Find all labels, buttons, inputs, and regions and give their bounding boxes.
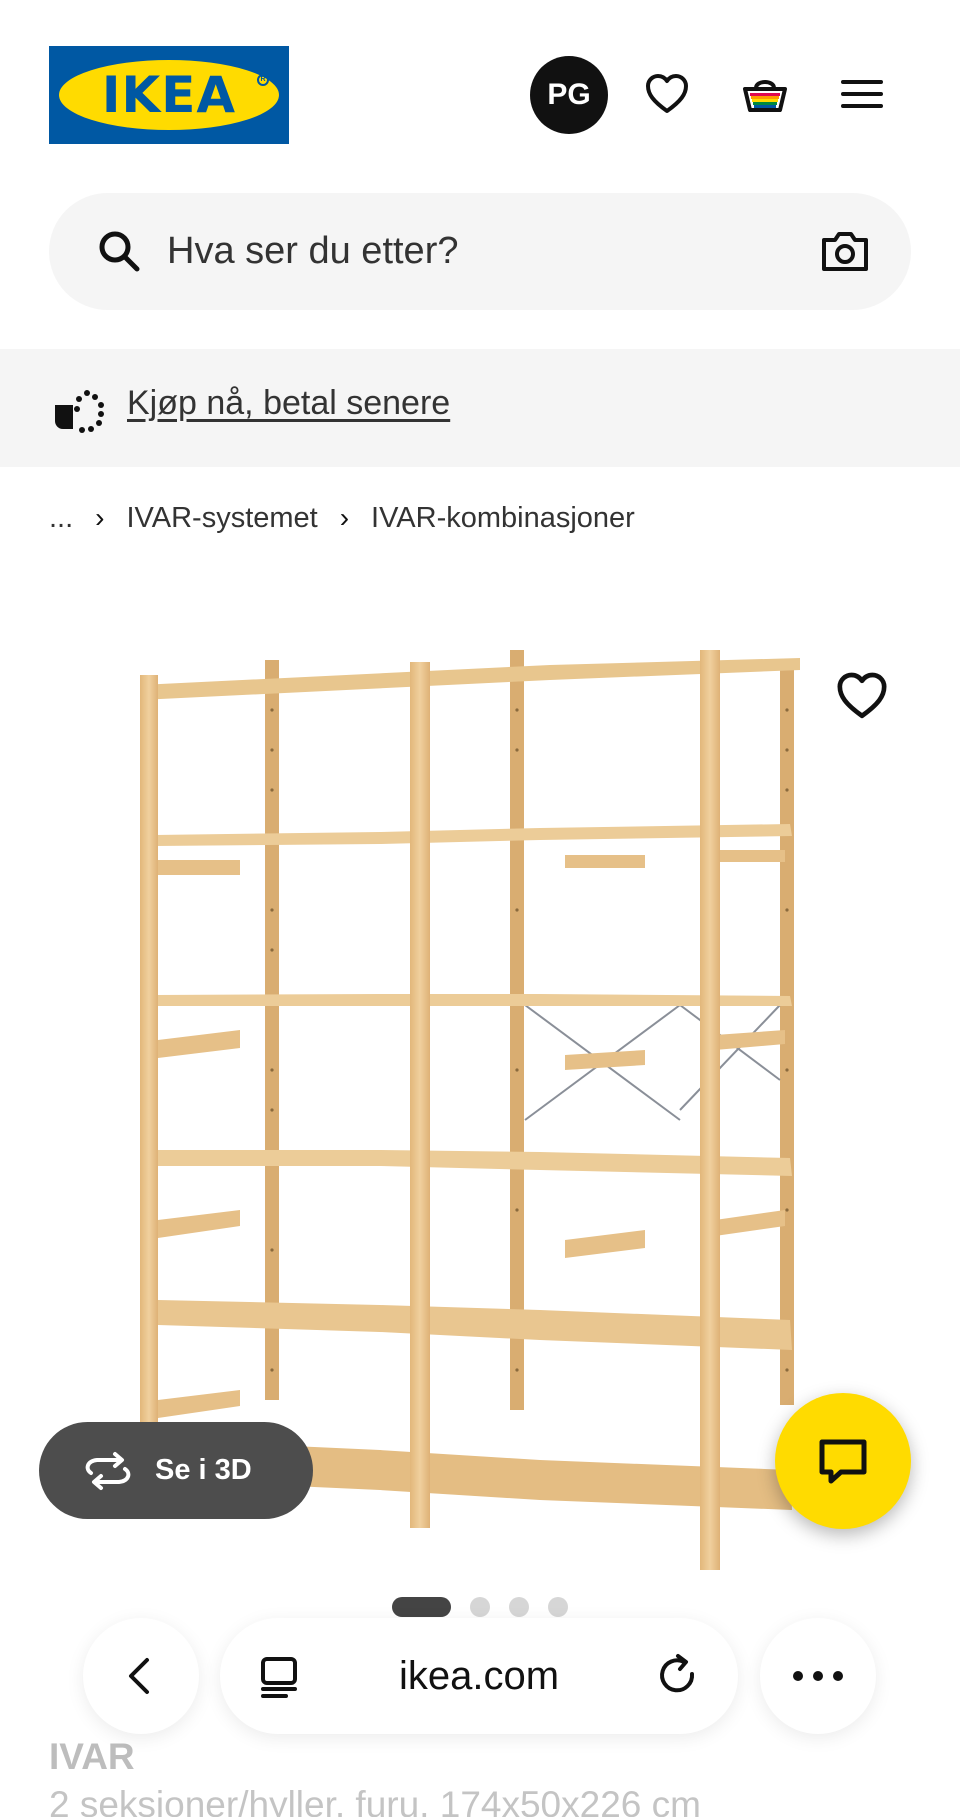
product-name: IVAR [49, 1736, 135, 1777]
pagination-dot[interactable] [470, 1597, 490, 1617]
basket-icon [743, 80, 787, 112]
breadcrumb-ellipsis[interactable]: ... [49, 502, 73, 535]
registered-mark: R [257, 74, 269, 86]
site-header: IKEA R PG [0, 0, 960, 180]
browser-url-bar[interactable]: ikea.com [220, 1618, 738, 1734]
search-icon [99, 231, 140, 272]
breadcrumb-item[interactable]: IVAR-kombinasjoner [371, 502, 635, 535]
search-bar[interactable]: Hva ser du etter? [49, 193, 911, 310]
search-input[interactable]: Hva ser du etter? [167, 193, 458, 310]
pagination-dot-active[interactable] [392, 1597, 451, 1617]
more-icon [793, 1671, 843, 1681]
view-in-3d-label: Se i 3D [155, 1454, 252, 1486]
pagination-dot[interactable] [548, 1597, 568, 1617]
chat-bubble-icon [819, 1439, 867, 1484]
camera-icon[interactable] [819, 225, 871, 277]
rotate-3d-icon [85, 1451, 131, 1490]
ikea-logo[interactable]: IKEA R [49, 46, 289, 144]
breadcrumb-item[interactable]: IVAR-systemet [127, 502, 318, 535]
view-in-3d-button[interactable]: Se i 3D [39, 1422, 313, 1519]
favorites-button[interactable] [639, 66, 695, 122]
browser-more-button[interactable] [760, 1618, 876, 1734]
pagination-dot[interactable] [509, 1597, 529, 1617]
browser-back-button[interactable] [83, 1618, 199, 1734]
user-avatar[interactable]: PG [530, 56, 608, 134]
pay-later-icon [55, 390, 104, 433]
breadcrumb: ... › IVAR-systemet › IVAR-kombinasjoner [49, 490, 635, 546]
add-to-favorites-heart-icon[interactable] [834, 668, 890, 724]
product-description: 2 seksjoner/hyller, furu, 174x50x226 cm [49, 1784, 701, 1817]
pay-later-link[interactable]: Kjøp nå, betal senere [127, 349, 450, 467]
reload-icon[interactable] [654, 1652, 702, 1700]
pay-later-banner[interactable]: Kjøp nå, betal senere [0, 349, 960, 467]
heart-icon [646, 74, 688, 113]
cart-button[interactable] [737, 66, 793, 122]
back-icon [129, 1658, 149, 1694]
image-pagination [392, 1597, 568, 1617]
hamburger-menu-icon [841, 80, 883, 108]
chat-button[interactable] [775, 1393, 911, 1529]
menu-button[interactable] [834, 66, 890, 122]
chevron-right-icon: › [95, 502, 105, 533]
logo-text: IKEA [101, 66, 237, 124]
chevron-right-icon: › [339, 502, 350, 533]
